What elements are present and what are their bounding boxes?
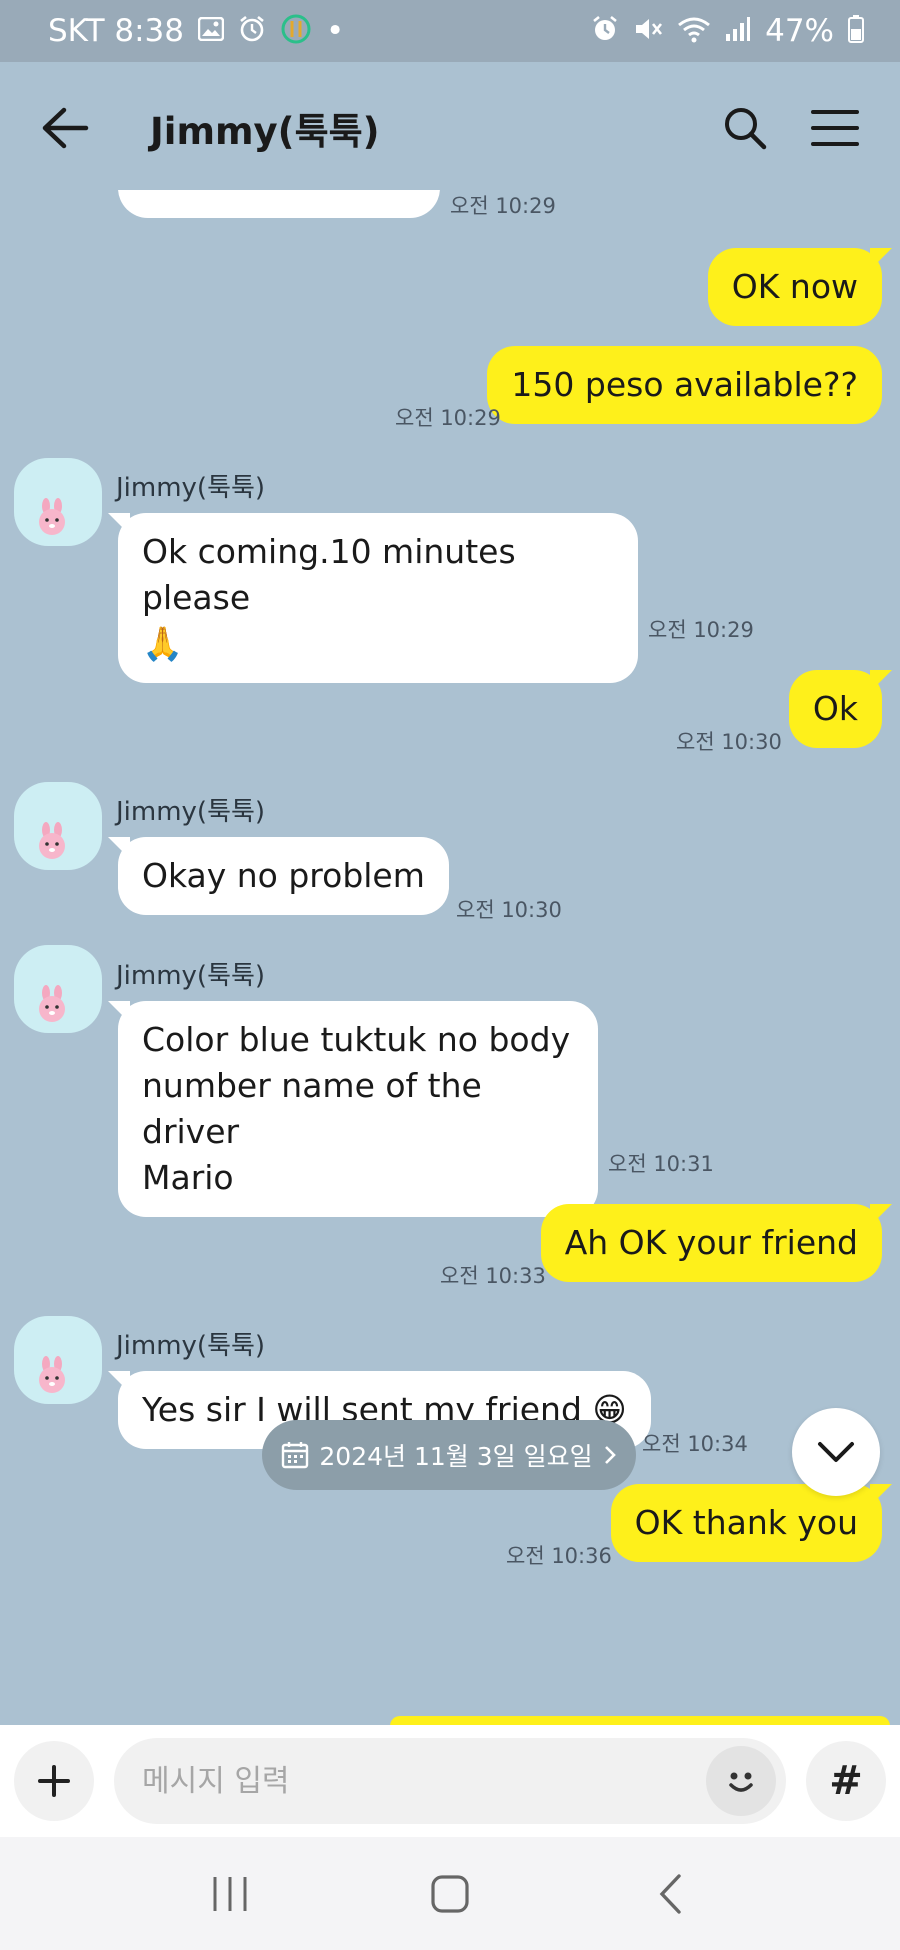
bubble-tail bbox=[870, 670, 892, 692]
wifi-icon bbox=[677, 15, 711, 48]
message-time: 오전 10:30 bbox=[676, 730, 782, 754]
gallery-icon bbox=[197, 16, 225, 46]
message-text: OK now bbox=[731, 267, 858, 306]
message-text: Ok bbox=[812, 689, 858, 728]
scroll-to-bottom-button[interactable] bbox=[792, 1408, 880, 1496]
message-time: 오전 10:31 bbox=[608, 1152, 714, 1176]
search-icon bbox=[725, 108, 767, 150]
avatar[interactable] bbox=[14, 782, 102, 870]
my-message-bubble[interactable]: 150 peso available?? bbox=[487, 346, 882, 424]
message-input[interactable] bbox=[142, 1763, 706, 1799]
avatar[interactable] bbox=[14, 1316, 102, 1404]
bunny-icon bbox=[39, 1356, 65, 1393]
partial-message-bubble bbox=[118, 190, 440, 218]
alarm-icon bbox=[591, 15, 619, 48]
message-text: Okay no problem bbox=[142, 856, 425, 895]
bubble-tail bbox=[870, 1484, 892, 1506]
sender-name: Jimmy(툭툭) bbox=[116, 961, 266, 991]
avatar[interactable] bbox=[14, 458, 102, 546]
alarm-icon bbox=[238, 15, 266, 48]
chat-header: Jimmy(툭툭) bbox=[0, 62, 900, 194]
home-button[interactable] bbox=[410, 1854, 490, 1934]
status-bar: SKT 8:38 • 47% bbox=[0, 0, 900, 62]
message-text: 150 peso available?? bbox=[511, 365, 858, 404]
menu-button[interactable] bbox=[800, 93, 870, 163]
their-message-bubble[interactable]: Okay no problem bbox=[118, 837, 449, 915]
message-text-line: number name of the driver bbox=[142, 1066, 482, 1151]
message-input-container[interactable] bbox=[114, 1738, 786, 1824]
message-time: 오전 10:29 bbox=[450, 194, 556, 218]
bubble-tail bbox=[870, 248, 892, 270]
sender-name: Jimmy(툭툭) bbox=[116, 1331, 266, 1361]
my-message-bubble[interactable]: Ah OK your friend bbox=[540, 1204, 882, 1282]
message-input-bar: # bbox=[0, 1725, 900, 1837]
arrow-left-icon bbox=[42, 107, 89, 149]
message-text: Ah OK your friend bbox=[564, 1223, 858, 1262]
back-chevron-icon bbox=[659, 1873, 681, 1914]
date-label: 2024년 11월 3일 일요일 bbox=[319, 1442, 593, 1471]
emoji-icon bbox=[729, 1772, 753, 1792]
their-message-bubble[interactable]: Ok coming.10 minutes please 🙏 bbox=[118, 513, 638, 683]
signal-icon bbox=[725, 16, 751, 47]
message-text-line: Color blue tuktuk no body bbox=[142, 1020, 571, 1059]
message-time: 오전 10:29 bbox=[648, 618, 754, 642]
sender-name: Jimmy(툭툭) bbox=[116, 473, 266, 503]
recent-apps-icon bbox=[213, 1876, 247, 1911]
back-nav-button[interactable] bbox=[630, 1854, 710, 1934]
system-navigation-bar bbox=[0, 1837, 900, 1950]
back-button[interactable] bbox=[30, 93, 100, 163]
their-message-bubble[interactable]: Color blue tuktuk no body number name of… bbox=[118, 1001, 598, 1217]
chevron-right-icon bbox=[604, 1446, 616, 1464]
calendar-icon bbox=[282, 1442, 309, 1469]
restaurant-app-icon bbox=[280, 13, 312, 50]
chat-title: Jimmy(툭툭) bbox=[150, 110, 380, 153]
plus-icon bbox=[38, 1765, 70, 1797]
emoji-button[interactable] bbox=[706, 1746, 776, 1816]
message-time: 오전 10:36 bbox=[506, 1544, 612, 1568]
bubble-tail bbox=[870, 1204, 892, 1226]
my-message-bubble[interactable]: Ok bbox=[788, 670, 882, 748]
search-button[interactable] bbox=[710, 93, 780, 163]
chevron-down-icon bbox=[818, 1442, 854, 1462]
message-text: OK thank you bbox=[634, 1503, 858, 1542]
mute-icon bbox=[633, 15, 663, 48]
attach-button[interactable] bbox=[14, 1741, 94, 1821]
my-message-bubble[interactable]: OK thank you bbox=[610, 1484, 882, 1562]
carrier-time: SKT 8:38 bbox=[48, 13, 185, 49]
hamburger-menu-icon bbox=[811, 110, 859, 146]
notification-dot: • bbox=[326, 13, 345, 49]
avatar[interactable] bbox=[14, 945, 102, 1033]
status-right: 47% bbox=[591, 13, 864, 49]
date-divider[interactable]: 2024년 11월 3일 일요일 bbox=[262, 1420, 636, 1490]
status-left: SKT 8:38 • bbox=[48, 13, 344, 50]
message-time: 오전 10:30 bbox=[456, 898, 562, 922]
message-time: 오전 10:29 bbox=[395, 406, 501, 430]
hashtag-icon: # bbox=[829, 1758, 863, 1804]
bunny-icon bbox=[39, 498, 65, 535]
bunny-icon bbox=[39, 985, 65, 1022]
message-text: Ok coming.10 minutes please bbox=[142, 532, 516, 617]
home-icon bbox=[431, 1874, 469, 1913]
sender-name: Jimmy(툭툭) bbox=[116, 797, 266, 827]
message-text-line: Mario bbox=[142, 1158, 234, 1197]
recent-apps-button[interactable] bbox=[190, 1854, 270, 1934]
battery-percent: 47% bbox=[765, 13, 834, 49]
message-list[interactable]: 오전 10:29 OK now 150 peso available?? 오전 … bbox=[0, 190, 900, 1725]
bunny-icon bbox=[39, 822, 65, 859]
message-time: 오전 10:34 bbox=[642, 1432, 748, 1456]
message-emoji: 🙏 bbox=[142, 624, 184, 663]
message-time: 오전 10:33 bbox=[440, 1264, 546, 1288]
battery-icon bbox=[848, 14, 864, 48]
hashtag-search-button[interactable]: # bbox=[806, 1741, 886, 1821]
my-message-bubble[interactable]: OK now bbox=[707, 248, 882, 326]
